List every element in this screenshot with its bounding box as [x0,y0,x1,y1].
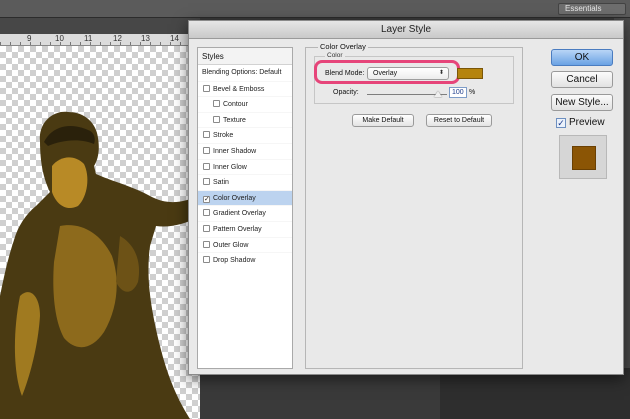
new-style-button[interactable]: New Style... [551,94,613,111]
silhouette-figure [0,111,200,419]
ruler-mark: 12 [113,34,122,43]
style-label: Bevel & Emboss [213,85,265,93]
style-blending-options[interactable]: Blending Options: Default [198,65,292,81]
checkbox[interactable] [203,224,210,232]
preview-checkbox[interactable]: ✓ [556,118,566,128]
opacity-label: Opacity: [333,89,359,96]
style-label: Outer Glow [213,241,249,249]
checkbox[interactable] [203,162,210,170]
blend-mode-value: Overlay [373,70,398,77]
style-texture[interactable]: Texture [198,111,292,128]
style-contour[interactable]: Contour [198,96,292,112]
style-bevel-emboss[interactable]: Bevel & Emboss [198,80,292,97]
panel-footer [440,368,630,419]
layer-style-dialog: Layer Style Styles Blending Options: Def… [188,20,624,375]
ruler-mark: 9 [27,34,32,43]
style-label: Inner Shadow [213,147,257,155]
style-label: Gradient Overlay [213,210,266,218]
checkbox[interactable] [203,178,210,186]
document-tab-strip [0,18,200,34]
checkbox[interactable] [213,100,220,108]
style-label: Blending Options: Default [202,69,282,76]
style-label: Stroke [213,132,234,140]
style-label: Color Overlay [213,194,256,202]
ruler-mark: 10 [55,34,64,43]
percent-sign: % [469,89,476,96]
document-canvas[interactable] [0,46,200,419]
color-overlay-panel: Color Overlay Color Blend Mode: Overlay … [305,42,523,369]
dialog-title: Layer Style [189,21,623,39]
style-label: Satin [213,179,229,187]
checkbox-checked[interactable]: ✓ [203,195,210,203]
style-pattern-overlay[interactable]: Pattern Overlay [198,220,292,237]
style-outer-glow[interactable]: Outer Glow [198,236,292,253]
checkbox[interactable] [203,256,210,264]
app-top-bar: Essentials [0,0,630,18]
preview-toggle[interactable]: ✓ Preview [556,117,605,128]
checkbox[interactable] [203,146,210,154]
make-default-button[interactable]: Make Default [352,114,414,127]
opacity-input[interactable]: 100 [449,87,467,98]
style-color-overlay[interactable]: ✓ Color Overlay [198,189,292,206]
ruler-mark: 11 [84,34,93,43]
overlay-color-swatch[interactable] [457,68,483,79]
horizontal-ruler: 9 10 11 12 13 14 15 [0,34,206,46]
styles-header[interactable]: Styles [198,48,292,65]
workspace-switcher[interactable]: Essentials [558,3,626,15]
style-satin[interactable]: Satin [198,174,292,190]
subgroup-title: Color [325,52,345,59]
style-label: Pattern Overlay [213,225,262,233]
style-drop-shadow[interactable]: Drop Shadow [198,252,292,268]
select-arrows-icon: ⬍ [438,70,444,76]
checkbox[interactable] [203,240,210,248]
preview-label: Preview [569,117,605,128]
preview-swatch [572,146,596,170]
blend-mode-select[interactable]: Overlay ⬍ [367,67,449,80]
style-label: Drop Shadow [213,257,256,265]
cancel-button[interactable]: Cancel [551,71,613,88]
style-label: Contour [223,101,248,109]
styles-list: Styles Blending Options: Default Bevel &… [197,47,293,369]
color-subgroup: Color Blend Mode: Overlay ⬍ Opacity: 100… [314,52,514,104]
panel-title: Color Overlay [318,42,368,51]
style-label: Texture [223,116,246,124]
blend-mode-label: Blend Mode: [325,70,365,77]
checkbox[interactable] [203,209,210,217]
opacity-slider-thumb[interactable] [434,91,442,97]
style-preview [559,135,607,179]
style-label: Inner Glow [213,163,247,171]
ruler-mark: 14 [170,34,179,43]
checkbox[interactable] [203,84,210,92]
style-gradient-overlay[interactable]: Gradient Overlay [198,205,292,221]
style-stroke[interactable]: Stroke [198,127,292,143]
reset-to-default-button[interactable]: Reset to Default [426,114,492,127]
checkbox[interactable] [203,131,210,139]
checkbox[interactable] [213,115,220,123]
style-inner-shadow[interactable]: Inner Shadow [198,142,292,159]
ruler-mark: 13 [141,34,150,43]
ok-button[interactable]: OK [551,49,613,66]
style-inner-glow[interactable]: Inner Glow [198,158,292,175]
